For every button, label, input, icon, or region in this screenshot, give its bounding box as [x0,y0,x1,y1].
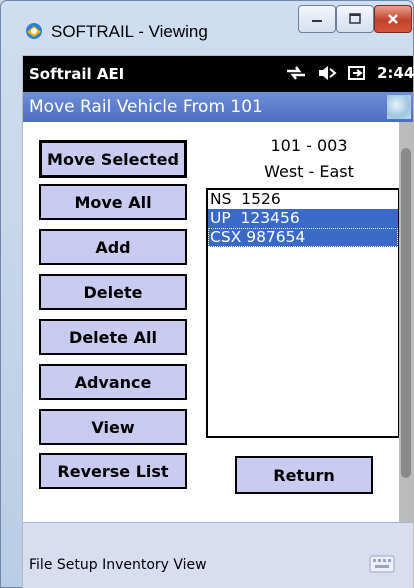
reverse-list-button[interactable]: Reverse List [39,453,187,489]
app-window: SOFTRAIL - Viewing Softrail AEI 2:44 Mov… [0,0,414,588]
list-item[interactable]: UP 123456 [208,209,398,228]
scrollbar-thumb[interactable] [401,148,411,478]
app-logo-icon [26,23,42,39]
direction-label: West - East [264,162,354,181]
window-title: SOFTRAIL - Viewing [51,22,208,41]
volume-icon[interactable] [317,65,337,81]
advance-button[interactable]: Advance [39,364,187,400]
status-bar: Softrail AEI 2:44 [23,56,414,92]
menu-bar: File Setup Inventory View [23,522,413,588]
view-button[interactable]: View [39,409,187,445]
list-item[interactable]: NS 1526 [208,190,398,209]
close-button[interactable] [374,5,412,33]
vertical-scrollbar[interactable] [399,122,413,524]
maximize-button[interactable] [336,5,374,33]
page-title: Move Rail Vehicle From 101 [29,97,263,117]
maximize-icon [349,13,361,24]
status-icons: 2:44 [285,64,414,82]
delete-button[interactable]: Delete [39,274,187,310]
menu-items[interactable]: File Setup Inventory View [29,557,207,573]
delete-all-button[interactable]: Delete All [39,319,187,355]
header-logo-icon [387,95,411,119]
window-titlebar[interactable]: SOFTRAIL - Viewing [1,1,413,41]
connectivity-icon[interactable] [285,65,307,81]
track-label: 101 - 003 [270,136,348,155]
list-item[interactable]: CSX 987654 [208,228,398,247]
move-all-button[interactable]: Move All [39,184,187,220]
minimize-icon [312,20,322,22]
battery-icon[interactable] [347,65,367,81]
device-screen: Softrail AEI 2:44 Move Rail Vehicle From… [22,55,414,588]
add-button[interactable]: Add [39,229,187,265]
status-app-name: Softrail AEI [29,65,125,83]
move-selected-button[interactable]: Move Selected [39,140,187,178]
vehicle-list[interactable]: NS 1526 UP 123456 CSX 987654 [206,188,400,438]
return-button[interactable]: Return [235,456,373,494]
screen-header: Move Rail Vehicle From 101 [23,92,413,122]
close-icon [388,14,398,24]
status-time: 2:44 [377,64,414,82]
keyboard-icon[interactable] [369,555,395,573]
minimize-button[interactable] [298,5,336,33]
